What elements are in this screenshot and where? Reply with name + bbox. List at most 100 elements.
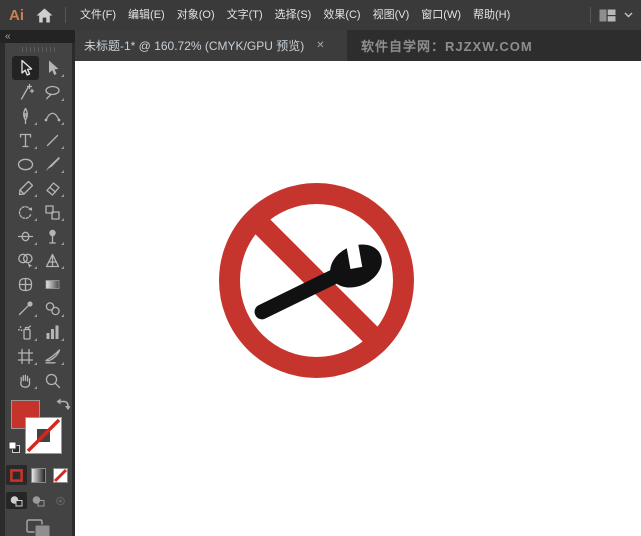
illustrator-logo: Ai <box>9 6 24 24</box>
gradient-mode-button[interactable] <box>28 465 49 485</box>
artboard-tool[interactable] <box>12 344 39 368</box>
shape-builder-tool[interactable] <box>12 248 39 272</box>
eraser-tool[interactable] <box>39 176 66 200</box>
home-button[interactable] <box>36 8 53 23</box>
draw-normal-button[interactable] <box>6 492 27 509</box>
mesh-tool[interactable] <box>12 272 39 296</box>
line-segment-tool[interactable] <box>39 128 66 152</box>
menu-bar: Ai 文件(F) 编辑(E) 对象(O) 文字(T) 选择(S) 效果(C) 视… <box>0 0 641 30</box>
rotate-tool[interactable] <box>12 200 39 224</box>
hand-tool[interactable] <box>12 368 39 392</box>
watermark-text: 软件自学网：RJZXW.COM <box>361 39 533 54</box>
draw-normal-icon <box>10 495 23 506</box>
rotate-icon <box>18 205 32 219</box>
document-tab-title: 未标题-1* @ 160.72% (CMYK/GPU 预览) <box>84 39 305 53</box>
pen-icon <box>22 107 28 124</box>
menu-item-object[interactable]: 对象(O) <box>171 0 221 30</box>
zoom-icon <box>45 373 60 388</box>
puppet-warp-tool[interactable] <box>39 224 66 248</box>
grip-dots <box>21 46 56 52</box>
lasso-tool[interactable] <box>39 80 66 104</box>
panel-header-strip: « <box>0 30 75 43</box>
menu-item-type[interactable]: 文字(T) <box>221 0 269 30</box>
line-segment-icon <box>46 134 58 146</box>
width-icon <box>17 231 33 241</box>
menu-item-help[interactable]: 帮助(H) <box>467 0 516 30</box>
draw-behind-button[interactable] <box>28 492 49 509</box>
hand-icon <box>19 374 30 388</box>
ellipse-icon <box>17 158 33 170</box>
slice-tool[interactable] <box>39 344 66 368</box>
no-wrench-sign[interactable] <box>219 183 414 378</box>
document-tab[interactable]: 未标题-1* @ 160.72% (CMYK/GPU 预览) ✕ <box>75 30 347 61</box>
menu-divider <box>590 7 591 23</box>
paintbrush-icon <box>45 156 60 171</box>
menu-item-select[interactable]: 选择(S) <box>269 0 318 30</box>
menu-item-view[interactable]: 视图(V) <box>367 0 416 30</box>
illustrator-window: Ai 文件(F) 编辑(E) 对象(O) 文字(T) 选择(S) 效果(C) 视… <box>0 0 641 536</box>
eraser-icon <box>45 181 60 196</box>
stroke-none-icon <box>25 417 62 454</box>
symbol-sprayer-icon <box>17 324 31 340</box>
perspective-grid-tool[interactable] <box>39 248 66 272</box>
slice-icon <box>44 348 60 363</box>
none-icon <box>53 467 68 483</box>
chevron-down-icon[interactable] <box>624 12 633 18</box>
scale-tool[interactable] <box>39 200 66 224</box>
workspace-layout-icon[interactable] <box>599 9 616 22</box>
fill-stroke-controls <box>5 397 72 461</box>
paintbrush-tool[interactable] <box>39 152 66 176</box>
screen-mode-icon <box>25 519 50 536</box>
artboard-icon <box>17 348 33 364</box>
swap-fill-stroke-icon[interactable] <box>55 397 71 416</box>
color-mode-buttons <box>5 465 72 485</box>
artboard-canvas[interactable] <box>75 61 641 536</box>
column-graph-tool[interactable] <box>39 320 66 344</box>
ellipse-tool[interactable] <box>12 152 39 176</box>
stroke-swatch[interactable] <box>25 417 62 454</box>
shape-builder-icon <box>17 253 33 268</box>
magic-wand-icon <box>20 83 34 100</box>
collapse-panel-button[interactable]: « <box>5 31 11 42</box>
draw-behind-icon <box>32 495 45 506</box>
menu-item-file[interactable]: 文件(F) <box>74 0 122 30</box>
blend-tool[interactable] <box>39 296 66 320</box>
column-graph-icon <box>46 325 58 339</box>
menu-item-effect[interactable]: 效果(C) <box>317 0 366 30</box>
selection-tool[interactable] <box>11 56 39 80</box>
lasso-icon <box>44 85 60 99</box>
gradient-tool[interactable] <box>39 272 66 296</box>
menu-item-edit[interactable]: 编辑(E) <box>122 0 171 30</box>
direct-selection-tool[interactable] <box>39 56 66 80</box>
menu-item-window[interactable]: 窗口(W) <box>415 0 467 30</box>
perspective-grid-icon <box>45 253 59 267</box>
curvature-icon <box>44 112 60 121</box>
change-screen-mode-button[interactable] <box>5 519 72 536</box>
color-mode-button[interactable] <box>6 465 27 485</box>
panel-grip[interactable] <box>5 43 72 55</box>
tools-grid <box>5 56 72 392</box>
none-mode-button[interactable] <box>50 465 71 485</box>
draw-inside-icon <box>56 496 65 505</box>
pencil-icon <box>18 180 33 195</box>
pen-tool[interactable] <box>12 104 39 128</box>
selection-icon <box>20 59 32 76</box>
width-tool[interactable] <box>12 224 39 248</box>
magic-wand-tool[interactable] <box>12 80 39 104</box>
default-swatches-icon[interactable] <box>8 441 21 459</box>
eyedropper-tool[interactable] <box>12 296 39 320</box>
gradient-swatch-icon <box>31 467 46 483</box>
direct-selection-icon <box>48 60 59 75</box>
gradient-icon <box>45 279 59 289</box>
home-icon <box>36 8 53 22</box>
tab-close-icon[interactable]: ✕ <box>316 40 324 51</box>
zoom-tool[interactable] <box>39 368 66 392</box>
type-icon <box>19 133 31 147</box>
draw-inside-button[interactable] <box>50 492 71 509</box>
type-tool[interactable] <box>12 128 39 152</box>
document-tab-bar: 未标题-1* @ 160.72% (CMYK/GPU 预览) ✕ 软件自学网：R… <box>75 30 641 61</box>
menu-divider <box>65 7 66 23</box>
pencil-tool[interactable] <box>12 176 39 200</box>
symbol-sprayer-tool[interactable] <box>12 320 39 344</box>
curvature-tool[interactable] <box>39 104 66 128</box>
